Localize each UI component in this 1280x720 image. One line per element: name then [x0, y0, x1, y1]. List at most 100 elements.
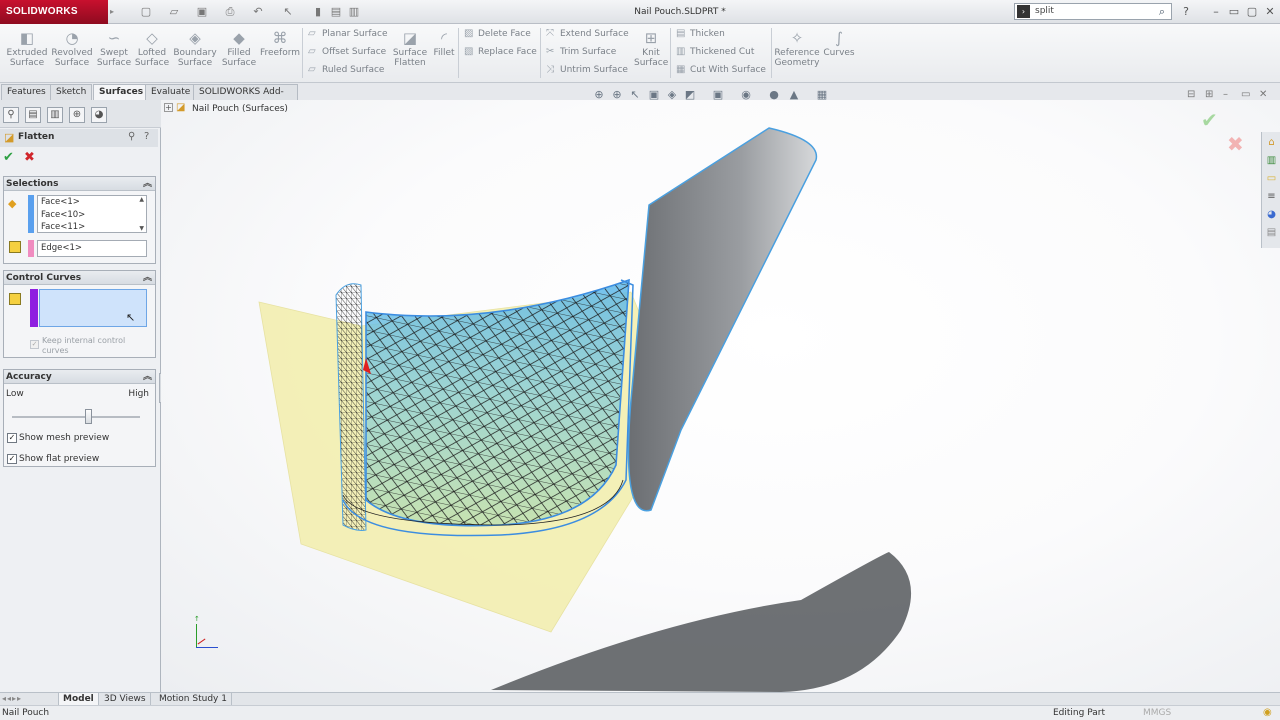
- viewport-restore-icon[interactable]: ▭: [1241, 89, 1250, 100]
- planar-surface-button[interactable]: ▱ Planar Surface: [308, 25, 388, 43]
- z-axis-line: [196, 647, 218, 648]
- thicken-button[interactable]: ▤ Thicken: [676, 25, 725, 43]
- print-icon[interactable]: ⎙: [222, 4, 238, 20]
- tab-evaluate[interactable]: Evaluate: [145, 84, 197, 100]
- solidworks-logo[interactable]: SOLIDWORKS: [0, 0, 108, 24]
- tab-features[interactable]: Features: [1, 84, 52, 100]
- extruded-surface-button[interactable]: ◧ Extruded Surface: [4, 26, 50, 80]
- delete-face-button[interactable]: ▨ Delete Face: [464, 25, 531, 43]
- tab-sketch[interactable]: Sketch: [50, 84, 93, 100]
- group-header[interactable]: Selections ︽: [4, 177, 155, 191]
- tab-addins[interactable]: SOLIDWORKS Add-Ins: [193, 84, 298, 112]
- custom-properties-icon[interactable]: ▤: [1264, 225, 1279, 240]
- select-cursor-icon[interactable]: ↖: [280, 4, 296, 20]
- curves-button[interactable]: ∫ Curves: [822, 26, 856, 80]
- scroll-down-icon[interactable]: ▼: [139, 225, 144, 232]
- boundary-surface-button[interactable]: ◈ Boundary Surface: [172, 26, 218, 80]
- property-manager-icon[interactable]: ▤: [25, 107, 41, 123]
- options-icon[interactable]: ▥: [346, 4, 362, 20]
- replace-face-button[interactable]: ▧ Replace Face: [464, 43, 537, 61]
- feature-title: Flatten: [18, 132, 55, 142]
- resources-icon[interactable]: ▥: [1264, 153, 1279, 168]
- button-label: Ruled Surface: [322, 65, 385, 75]
- help-icon[interactable]: ?: [1178, 4, 1194, 20]
- lofted-surface-button[interactable]: ◇ Lofted Surface: [133, 26, 171, 80]
- list-item[interactable]: Face<10>: [38, 209, 146, 222]
- display-manager-icon[interactable]: ◕: [91, 107, 107, 123]
- cut-with-surface-button[interactable]: ▦ Cut With Surface: [676, 61, 766, 79]
- swept-surface-button[interactable]: ∽ Swept Surface: [95, 26, 133, 80]
- appearances-icon[interactable]: ◕: [1264, 207, 1279, 222]
- file-properties-icon[interactable]: ▤: [328, 4, 344, 20]
- rebuild-icon[interactable]: ▮: [310, 4, 326, 20]
- home-icon[interactable]: ⌂: [1264, 135, 1279, 150]
- graphics-viewport[interactable]: + ◪ Nail Pouch (Surfaces) ⊕ ⊕ ↖ ▣ ◈ ◩ ▣ …: [161, 88, 1280, 692]
- help-icon[interactable]: ?: [144, 131, 149, 142]
- button-label: Planar Surface: [322, 29, 388, 39]
- viewport-layout-icon[interactable]: ⊟: [1187, 89, 1195, 100]
- new-document-icon[interactable]: ▢: [138, 4, 154, 20]
- accuracy-slider-track[interactable]: [12, 416, 140, 418]
- surface-flatten-button[interactable]: ◪ Surface Flatten: [390, 26, 430, 80]
- trim-icon: ✂: [546, 46, 555, 57]
- ruled-surface-button[interactable]: ▱ Ruled Surface: [308, 61, 384, 79]
- cancel-x-icon[interactable]: ✖: [24, 150, 35, 165]
- knit-surface-button[interactable]: ⊞ Knit Surface: [634, 26, 668, 80]
- ribbon-separator: [302, 28, 303, 78]
- collapse-icon[interactable]: ︽: [143, 177, 152, 191]
- freeform-button[interactable]: ⌘ Freeform: [259, 26, 301, 80]
- collapse-icon[interactable]: ︽: [143, 370, 152, 384]
- open-folder-icon[interactable]: ▱: [166, 4, 182, 20]
- status-units[interactable]: MMGS: [1143, 706, 1171, 720]
- detail-preview-icon[interactable]: ⚲: [128, 131, 135, 142]
- undo-icon[interactable]: ↶: [250, 4, 266, 20]
- rebuild-status-icon[interactable]: ◉: [1263, 706, 1272, 720]
- thickened-cut-icon: ▥: [676, 46, 686, 57]
- faces-listbox[interactable]: Face<1> Face<10> Face<11> ▲ ▼: [37, 195, 147, 233]
- model-geometry[interactable]: [161, 100, 1280, 692]
- file-explorer-icon[interactable]: ≡: [1264, 189, 1279, 204]
- ok-check-icon[interactable]: ✔: [3, 150, 14, 165]
- viewport-close-icon[interactable]: ✕: [1259, 89, 1267, 100]
- configuration-manager-icon[interactable]: ▥: [47, 107, 63, 123]
- filled-surface-button[interactable]: ◆ Filled Surface: [220, 26, 258, 80]
- group-header[interactable]: Control Curves ︽: [4, 271, 155, 285]
- search-input[interactable]: split: [1035, 4, 1054, 19]
- design-library-icon[interactable]: ▭: [1264, 171, 1279, 186]
- search-icon[interactable]: ⌕: [1159, 4, 1165, 19]
- feature-manager-icon[interactable]: ⚲: [3, 107, 19, 123]
- keep-internal-checkbox[interactable]: ✓: [30, 340, 39, 349]
- tab-surfaces[interactable]: Surfaces: [93, 84, 150, 100]
- viewport-split-icon[interactable]: ⊞: [1205, 89, 1213, 100]
- fillet-button[interactable]: ◜ Fillet: [431, 26, 457, 80]
- accuracy-slider-thumb[interactable]: [85, 409, 93, 424]
- untrim-surface-button[interactable]: ⤨ Untrim Surface: [546, 61, 628, 79]
- offset-icon: ▱: [308, 46, 316, 57]
- maximize-icon[interactable]: ▢: [1244, 4, 1260, 20]
- collapse-icon[interactable]: ︽: [143, 271, 152, 285]
- restore-icon[interactable]: ▭: [1226, 4, 1242, 20]
- revolved-surface-button[interactable]: ◔ Revolved Surface: [50, 26, 94, 80]
- show-flat-checkbox[interactable]: ✓: [7, 454, 17, 464]
- minimize-icon[interactable]: –: [1208, 4, 1224, 20]
- thickened-cut-button[interactable]: ▥ Thickened Cut: [676, 43, 754, 61]
- group-header[interactable]: Accuracy ︽: [4, 370, 155, 384]
- tab-scroll-arrows-icon[interactable]: ◂◂▸▸: [2, 694, 22, 703]
- dimxpert-icon[interactable]: ⊕: [69, 107, 85, 123]
- extend-surface-button[interactable]: ⤧ Extend Surface: [546, 25, 629, 43]
- flatten-icon: ◪: [402, 29, 418, 47]
- list-item[interactable]: Face<11>: [38, 221, 146, 234]
- viewport-minimize-icon[interactable]: –: [1223, 89, 1228, 100]
- show-mesh-checkbox[interactable]: ✓: [7, 433, 17, 443]
- reference-geometry-button[interactable]: ✧ Reference Geometry: [774, 26, 820, 80]
- scroll-up-icon[interactable]: ▲: [139, 196, 144, 203]
- list-item[interactable]: Face<1>: [38, 196, 146, 209]
- trim-surface-button[interactable]: ✂ Trim Surface: [546, 43, 616, 61]
- save-icon[interactable]: ▣: [194, 4, 210, 20]
- close-icon[interactable]: ✕: [1262, 4, 1278, 20]
- menu-arrow-icon[interactable]: ▸: [108, 0, 116, 24]
- ribbon-separator: [771, 28, 772, 78]
- edge-selection-field[interactable]: Edge<1>: [37, 240, 147, 257]
- search-box[interactable]: › split ⌕: [1014, 3, 1172, 20]
- offset-surface-button[interactable]: ▱ Offset Surface: [308, 43, 386, 61]
